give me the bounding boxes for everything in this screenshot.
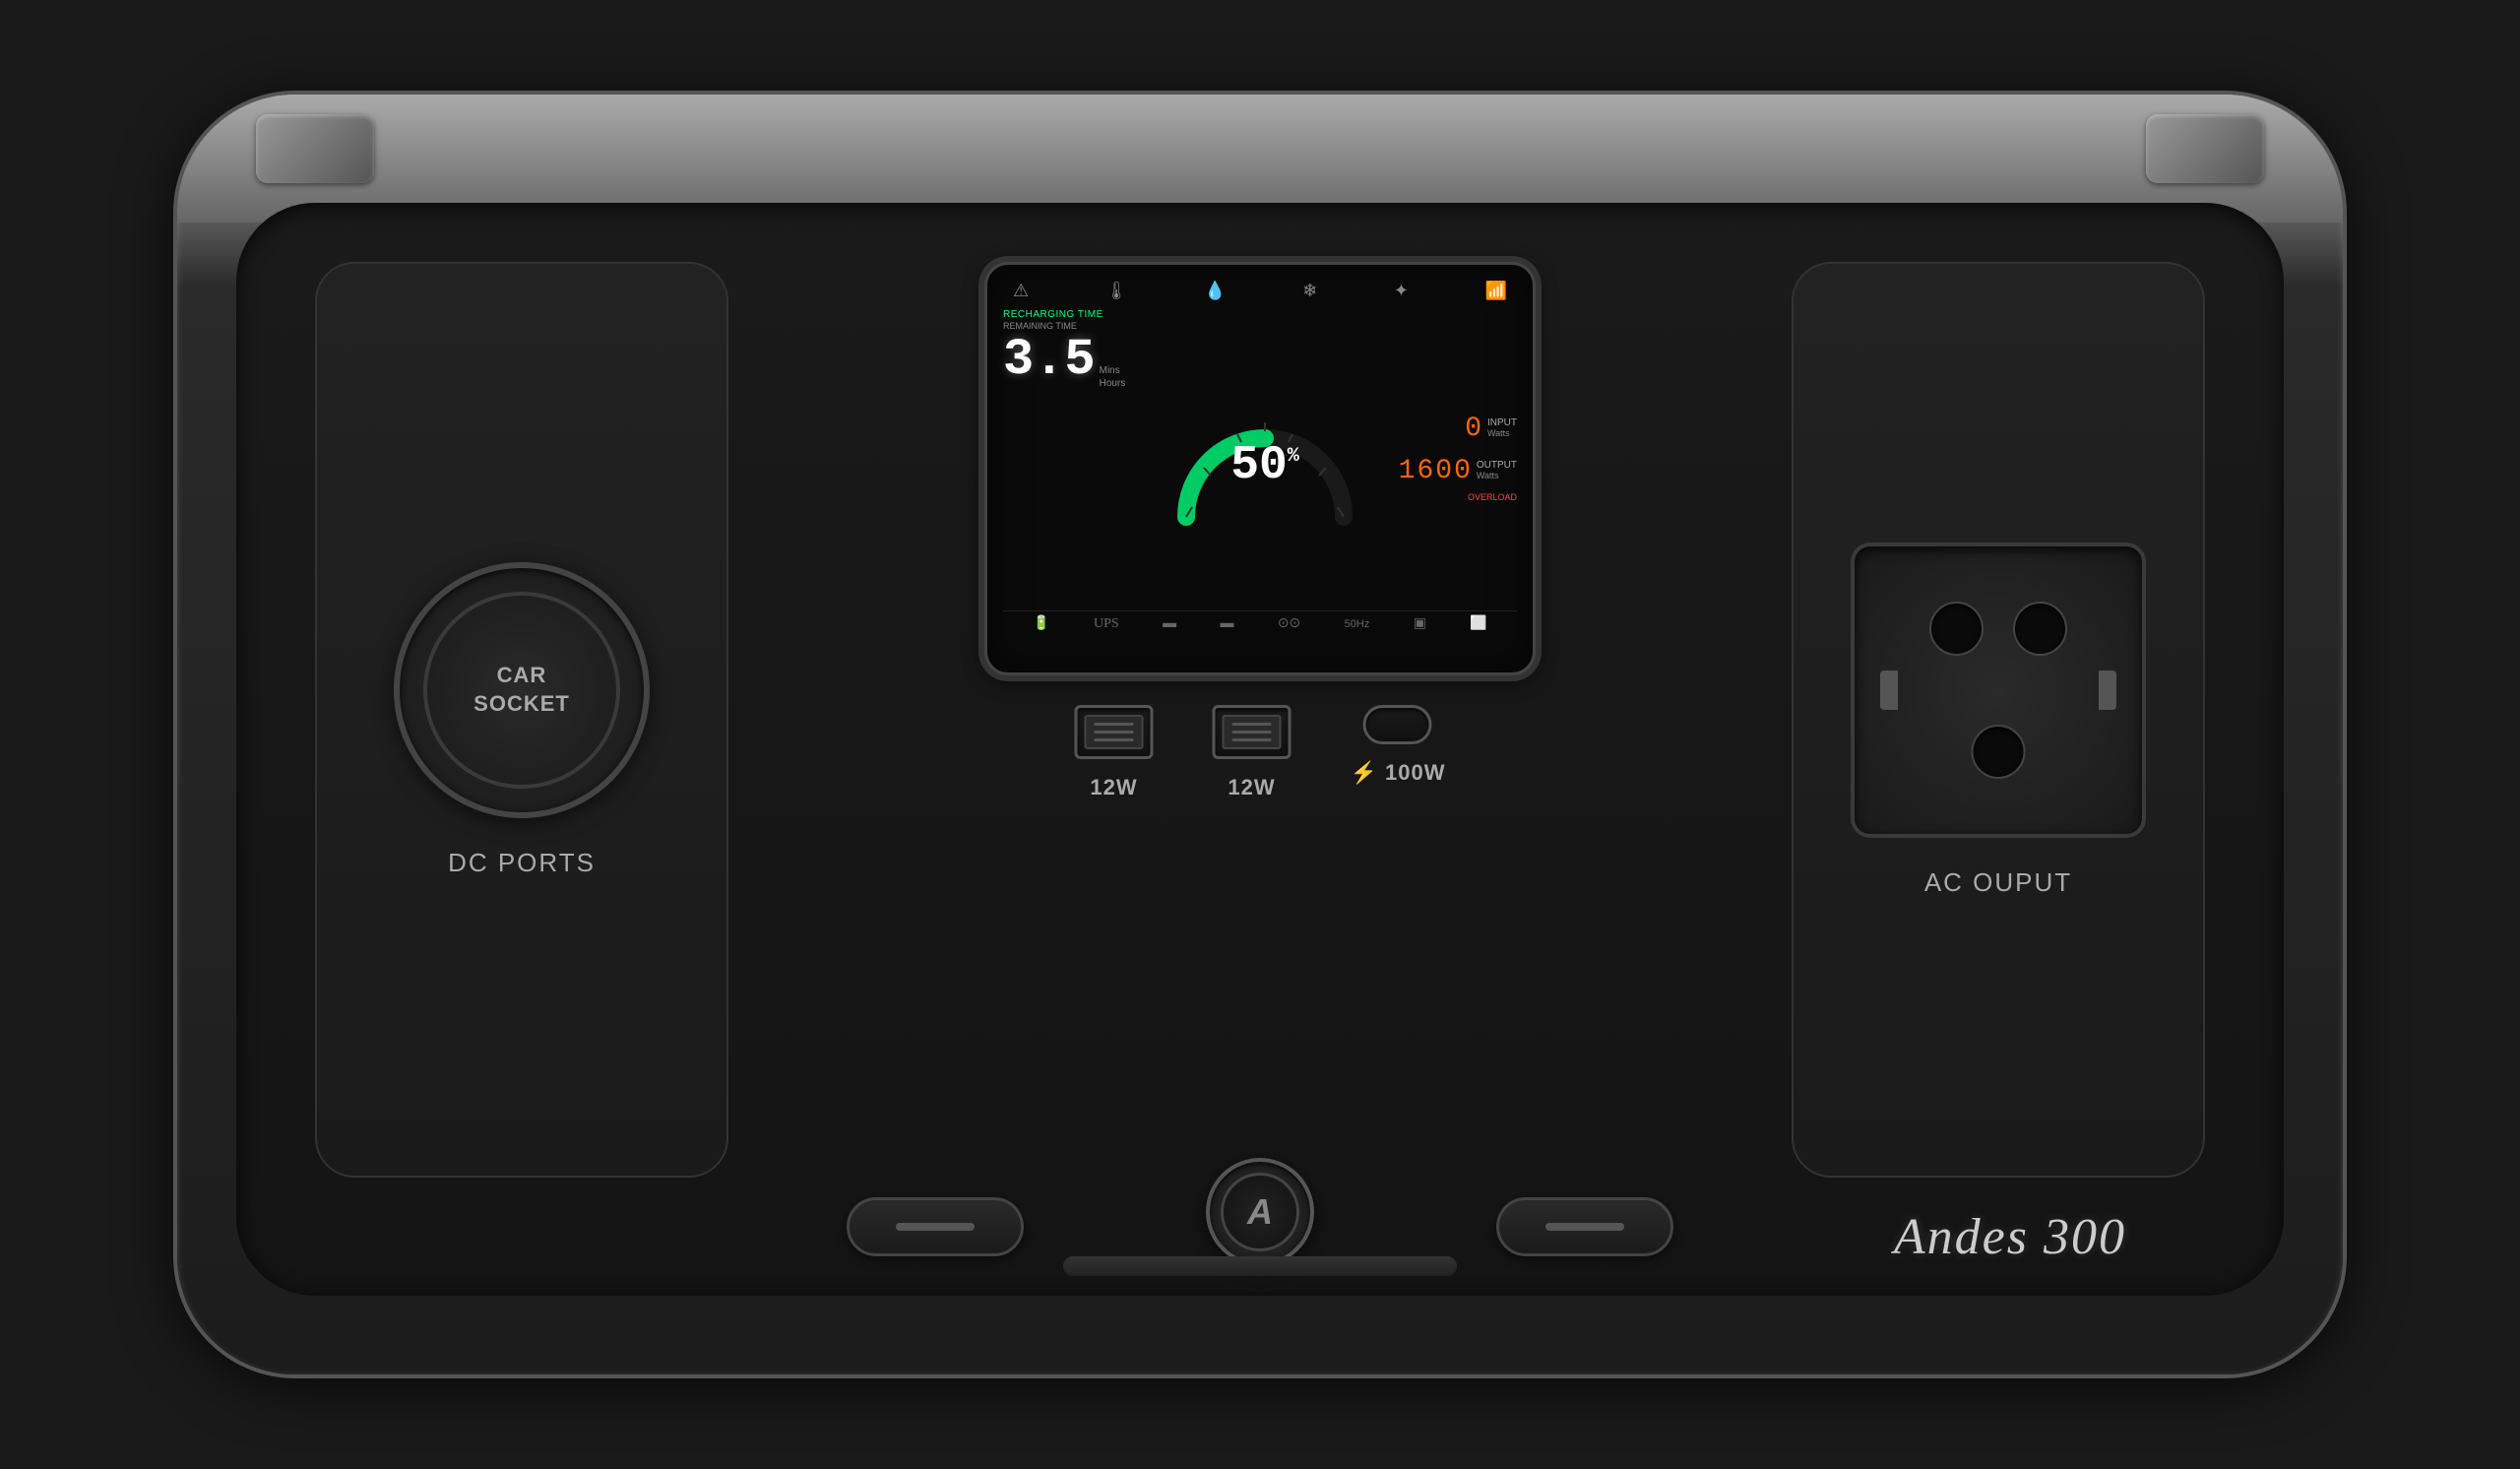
remaining-label: REMAINING TIME bbox=[1003, 321, 1141, 331]
usb-line bbox=[1095, 738, 1134, 741]
input-value: 0 bbox=[1465, 414, 1483, 444]
usb-a-port-2[interactable]: 12W bbox=[1213, 705, 1292, 800]
output-value: 1600 bbox=[1399, 456, 1473, 486]
outlet-hole-ground bbox=[1972, 725, 2026, 779]
battery-gauge: 50% bbox=[1166, 369, 1363, 546]
input-display: 0 INPUT Watts bbox=[1389, 414, 1517, 444]
ac-button-indicator bbox=[1545, 1223, 1624, 1231]
overload-label: OVERLOAD bbox=[1389, 492, 1517, 502]
output-label: OUTPUT bbox=[1477, 460, 1517, 471]
frequency-display: 50Hz bbox=[1345, 618, 1370, 630]
solar-icon: ▬ bbox=[1163, 616, 1176, 632]
usb-line bbox=[1232, 731, 1272, 734]
recharging-label: RECHARGING TIME bbox=[1003, 309, 1141, 321]
car-socket[interactable]: CAR SOCKET bbox=[394, 562, 650, 818]
water-icon: 💧 bbox=[1204, 281, 1226, 301]
bottom-edge-detail bbox=[1063, 1256, 1457, 1276]
brand-name: Andes 300 bbox=[1894, 1208, 2126, 1266]
ac-outlet[interactable] bbox=[1851, 543, 2146, 838]
usb-a-connector-1[interactable] bbox=[1075, 705, 1154, 759]
center-power-button[interactable]: A bbox=[1206, 1158, 1314, 1266]
circles-icon: ⊙⊙ bbox=[1278, 615, 1300, 632]
time-display: 3.5 Mins Hours bbox=[1003, 335, 1141, 389]
wifi-icon: 📶 bbox=[1485, 281, 1507, 301]
port-1-wattage: 12W bbox=[1090, 775, 1137, 800]
temp-icon: 🌡 bbox=[1105, 281, 1128, 301]
output-display: 1600 OUTPUT Watts bbox=[1389, 456, 1517, 486]
lcd-top-icons: ⚠ 🌡 💧 ❄ ✦ 📶 bbox=[1003, 281, 1517, 301]
outlet-hole-left bbox=[1929, 602, 1984, 656]
output-labels: OUTPUT Watts bbox=[1477, 456, 1517, 480]
usb-line bbox=[1232, 738, 1272, 741]
usb-a-inner-1 bbox=[1085, 715, 1144, 749]
outlet-hole-right bbox=[2013, 602, 2067, 656]
time-units: Mins Hours bbox=[1100, 365, 1126, 389]
snowflake-icon: ❄ bbox=[1302, 281, 1317, 301]
ac-power-button[interactable] bbox=[1496, 1197, 1673, 1256]
percent-value: 50 bbox=[1230, 439, 1288, 492]
battery-icon: 🔋 bbox=[1033, 615, 1049, 632]
input-labels: INPUT Watts bbox=[1487, 414, 1517, 438]
time-value: 3.5 bbox=[1003, 335, 1096, 386]
ports-row: 12W 12W ⚡ 100W bbox=[1075, 705, 1446, 800]
car-socket-label2: SOCKET bbox=[473, 690, 570, 719]
lcd-bottom-icons: 🔋 UPS ▬ ▬ ⊙⊙ 50Hz ▣ ⬜ bbox=[1003, 610, 1517, 636]
device-body: CAR SOCKET DC PORTS ⚠ 🌡 💧 ❄ ✦ 📶 RECH bbox=[177, 95, 2343, 1374]
usb-line bbox=[1232, 723, 1272, 726]
car-socket-inner: CAR SOCKET bbox=[423, 592, 620, 789]
usb-lines-1 bbox=[1095, 723, 1134, 741]
car-socket-label: CAR bbox=[497, 662, 547, 690]
usb-c-port-1[interactable]: ⚡ 100W bbox=[1351, 705, 1446, 786]
outlet-tab-right bbox=[2099, 671, 2116, 710]
usb-line bbox=[1095, 731, 1134, 734]
usb-a-port-1[interactable]: 12W bbox=[1075, 705, 1154, 800]
usb-c-connector[interactable] bbox=[1363, 705, 1432, 744]
output-watts: Watts bbox=[1477, 471, 1517, 480]
usb-a-connector-2[interactable] bbox=[1213, 705, 1292, 759]
lcd-gauge-section: 50% bbox=[1149, 309, 1381, 607]
lcd-content: RECHARGING TIME REMAINING TIME 3.5 Mins … bbox=[1003, 309, 1517, 607]
dc-power-button[interactable] bbox=[847, 1197, 1024, 1256]
outlet-holes bbox=[1900, 582, 2097, 798]
outlet-tab-left bbox=[1880, 671, 1898, 710]
input-label: INPUT bbox=[1487, 417, 1517, 428]
handle-left bbox=[256, 114, 374, 183]
dc-button-indicator bbox=[896, 1223, 975, 1231]
car-icon: ▬ bbox=[1220, 616, 1233, 632]
input-watts: Watts bbox=[1487, 428, 1517, 438]
ac-output-label: AC OUPUT bbox=[1924, 867, 2072, 898]
brand-letter: A bbox=[1247, 1191, 1273, 1233]
dc-ports-label: DC PORTS bbox=[448, 848, 596, 878]
mins-label: Mins bbox=[1100, 365, 1126, 376]
port-3-wattage: ⚡ 100W bbox=[1351, 760, 1446, 786]
percent-sign: % bbox=[1288, 445, 1299, 468]
usb-lines-2 bbox=[1232, 723, 1272, 741]
main-panel: CAR SOCKET DC PORTS ⚠ 🌡 💧 ❄ ✦ 📶 RECH bbox=[236, 203, 2284, 1296]
ac-section: AC OUPUT bbox=[1792, 262, 2205, 1178]
usb-a-inner-2 bbox=[1223, 715, 1282, 749]
center-button-inner: A bbox=[1221, 1173, 1299, 1251]
battery2-icon: ▣ bbox=[1414, 615, 1426, 632]
dc-section: CAR SOCKET DC PORTS bbox=[315, 262, 728, 1178]
battery-percent: 50% bbox=[1230, 439, 1299, 492]
handle-right bbox=[2146, 114, 2264, 183]
lcd-power-section: 0 INPUT Watts 1600 OUTPUT Watts OVERL bbox=[1389, 309, 1517, 607]
ups-icon: UPS bbox=[1094, 616, 1119, 632]
lcd-time-section: RECHARGING TIME REMAINING TIME 3.5 Mins … bbox=[1003, 309, 1141, 607]
bluetooth-icon: ✦ bbox=[1394, 281, 1409, 301]
warning-icon: ⚠ bbox=[1013, 281, 1029, 301]
hours-label: Hours bbox=[1100, 378, 1126, 389]
lcd-screen: ⚠ 🌡 💧 ❄ ✦ 📶 RECHARGING TIME REMAINING TI… bbox=[984, 262, 1536, 675]
plug-icon: ⬜ bbox=[1470, 615, 1486, 632]
usb-line bbox=[1095, 723, 1134, 726]
port-2-wattage: 12W bbox=[1228, 775, 1275, 800]
